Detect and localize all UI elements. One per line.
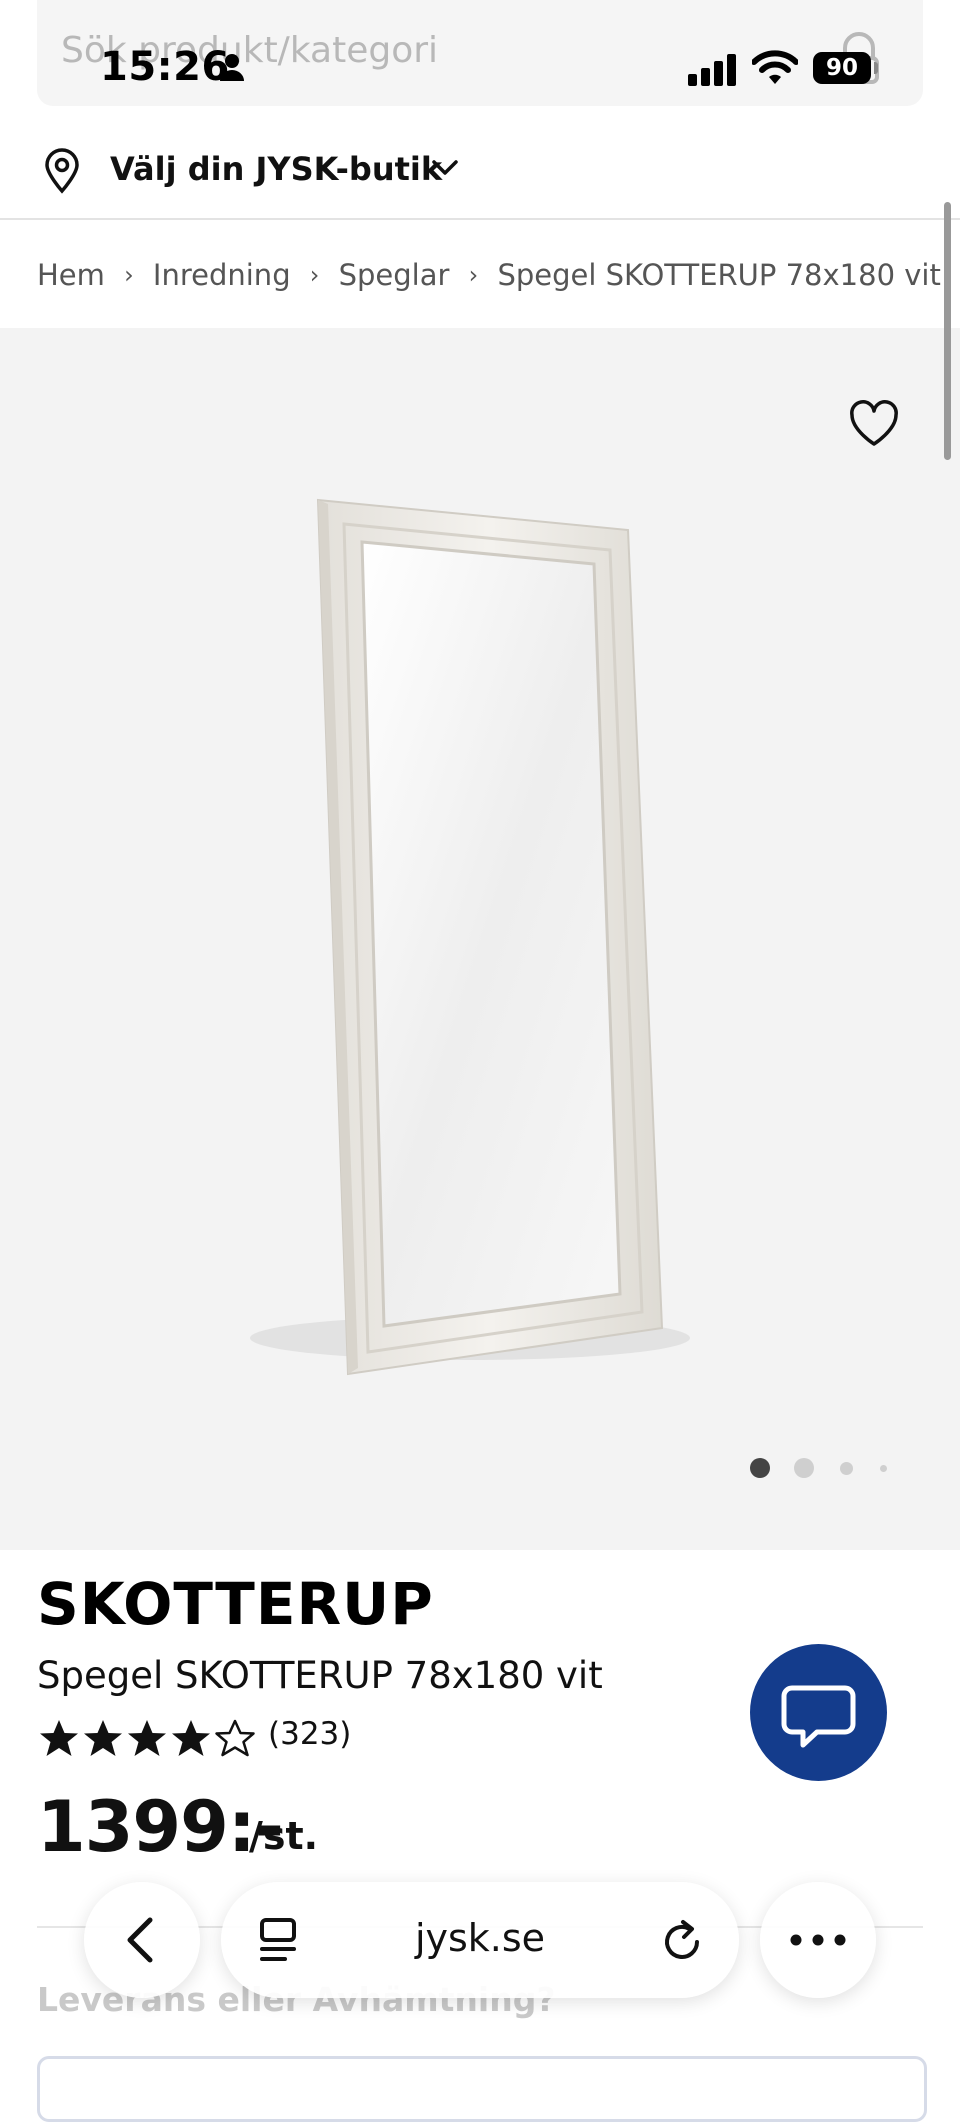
product-name: Spegel SKOTTERUP 78x180 vit bbox=[37, 1654, 603, 1697]
star-filled-icon bbox=[84, 1720, 122, 1756]
chevron-right-icon: › bbox=[468, 261, 479, 289]
carousel-dot[interactable] bbox=[794, 1458, 814, 1478]
battery-indicator: 90 bbox=[813, 52, 871, 84]
star-rating[interactable] bbox=[37, 1718, 257, 1758]
breadcrumb-link-speglar[interactable]: Speglar bbox=[339, 258, 450, 292]
breadcrumb-link-inredning[interactable]: Inredning bbox=[153, 258, 291, 292]
chat-bubble-icon bbox=[781, 1685, 856, 1748]
store-selector[interactable]: Välj din JYSK-butik bbox=[0, 128, 960, 220]
chevron-left-icon bbox=[127, 1917, 153, 1963]
breadcrumb: Hem › Inredning › Speglar › Spegel SKOTT… bbox=[37, 250, 941, 300]
breadcrumb-link-home[interactable]: Hem bbox=[37, 258, 105, 292]
product-price: 1399:- bbox=[37, 1786, 284, 1868]
location-pin-icon bbox=[42, 148, 82, 198]
browser-address-bar[interactable]: jysk.se bbox=[221, 1882, 739, 1998]
breadcrumb-current: Spegel SKOTTERUP 78x180 vit bbox=[497, 258, 941, 292]
product-brand: SKOTTERUP bbox=[37, 1570, 434, 1638]
scrollbar[interactable] bbox=[944, 202, 951, 460]
star-filled-icon bbox=[128, 1720, 166, 1756]
browser-more-button[interactable] bbox=[760, 1882, 876, 1998]
chat-button[interactable] bbox=[750, 1644, 887, 1781]
carousel-dot[interactable] bbox=[880, 1465, 887, 1472]
star-outline-icon bbox=[215, 1719, 255, 1757]
browser-back-button[interactable] bbox=[84, 1882, 200, 1998]
price-unit: /st. bbox=[249, 1814, 319, 1858]
star-filled-icon bbox=[40, 1720, 78, 1756]
battery-tip bbox=[874, 62, 878, 74]
carousel-dot-active[interactable] bbox=[750, 1458, 770, 1478]
product-image-carousel[interactable] bbox=[0, 328, 960, 1550]
star-filled-icon bbox=[172, 1720, 210, 1756]
review-count[interactable]: (323) bbox=[268, 1716, 351, 1752]
cellular-signal-icon bbox=[688, 54, 738, 90]
reload-icon[interactable] bbox=[661, 1918, 705, 1968]
delivery-option-box[interactable] bbox=[37, 2056, 927, 2122]
store-selector-label: Välj din JYSK-butik bbox=[110, 150, 443, 188]
carousel-dot[interactable] bbox=[840, 1462, 853, 1475]
status-time: 15:26 bbox=[100, 44, 230, 90]
favorite-heart-icon[interactable] bbox=[846, 396, 902, 452]
more-dots-icon bbox=[790, 1934, 846, 1946]
chevron-right-icon: › bbox=[309, 261, 320, 289]
chevron-down-icon bbox=[430, 158, 460, 182]
wifi-icon bbox=[751, 50, 799, 90]
chevron-right-icon: › bbox=[124, 261, 134, 289]
product-image-mirror bbox=[250, 498, 690, 1376]
person-icon bbox=[218, 52, 246, 86]
